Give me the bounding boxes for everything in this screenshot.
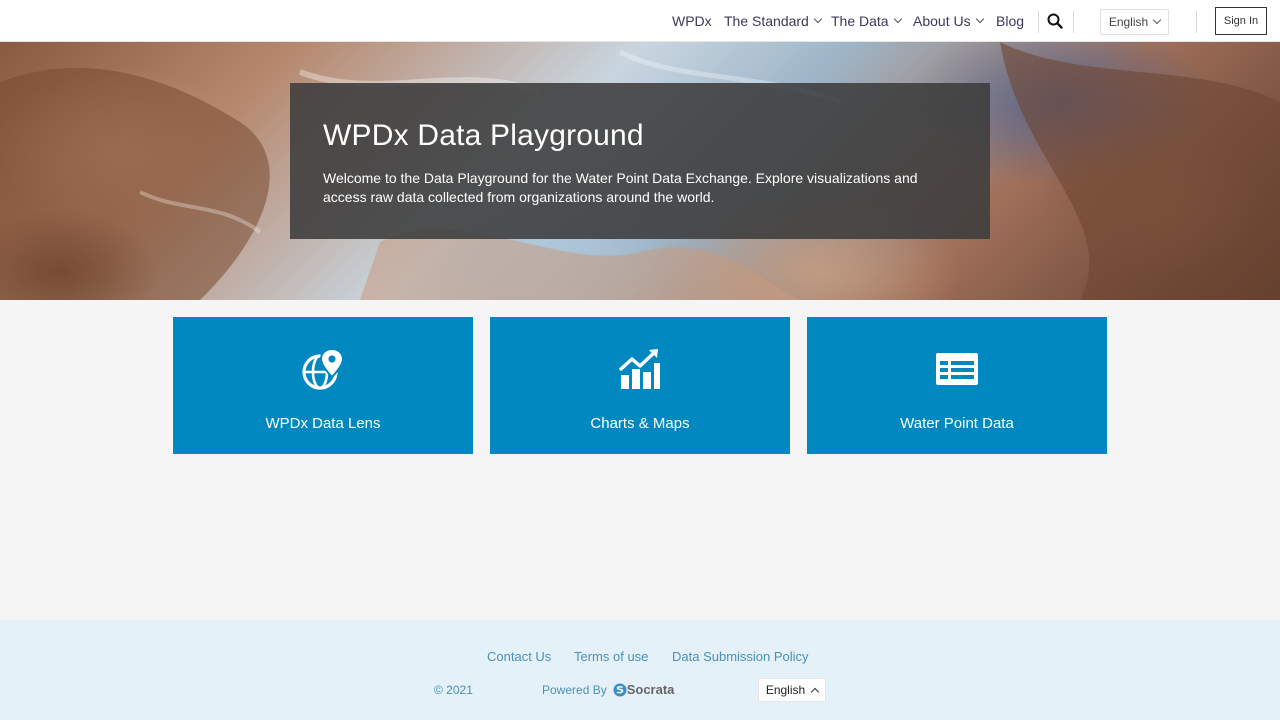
nav-item-label: WPDx	[672, 13, 712, 29]
footer-link-contact-us[interactable]: Contact Us	[487, 649, 551, 664]
nav-item-label: Blog	[996, 13, 1025, 29]
hero-description: Welcome to the Data Playground for the W…	[323, 170, 918, 205]
sign-in-button[interactable]: Sign In	[1215, 7, 1267, 35]
powered-by-label: Powered By	[542, 682, 607, 697]
tile-charts-and-maps[interactable]: Charts & Maps	[490, 317, 790, 454]
page-title: WPDx Data Playground	[323, 119, 644, 152]
copyright-text: © 2021	[434, 683, 473, 697]
search-icon	[1047, 13, 1063, 29]
nav-item-the-standard[interactable]: The Standard	[724, 0, 823, 42]
nav-item-the-data[interactable]: The Data	[831, 0, 902, 42]
search-button[interactable]	[1046, 12, 1064, 30]
nav-item-wpdx[interactable]: WPDx	[672, 0, 712, 42]
language-select[interactable]: English	[1100, 9, 1169, 35]
socrata-logo-icon	[613, 683, 627, 696]
nav-item-label: The Data	[831, 13, 889, 29]
nav-item-label: About Us	[913, 13, 971, 29]
language-label: English	[1108, 15, 1149, 29]
site-footer: Contact Us Terms of use Data Submission …	[0, 620, 1280, 720]
nav-item-about-us[interactable]: About Us	[913, 0, 984, 42]
nav-divider	[1196, 11, 1197, 33]
hero-text-panel: WPDx Data Playground Welcome to the Data…	[290, 83, 990, 239]
powered-by[interactable]: Powered By Socrata	[542, 682, 674, 697]
tile-label: Charts & Maps	[590, 415, 690, 432]
nav-divider	[1038, 11, 1039, 33]
tile-water-point-data[interactable]: Water Point Data	[807, 317, 1107, 454]
chevron-down-icon	[893, 14, 902, 24]
footer-language-select[interactable]: English	[758, 678, 826, 702]
nav-item-blog[interactable]: Blog	[996, 0, 1024, 42]
chevron-down-icon	[813, 14, 823, 24]
footer-link-data-submission-policy[interactable]: Data Submission Policy	[672, 649, 809, 664]
globe-pin-icon	[302, 347, 345, 390]
footer-link-terms-of-use[interactable]: Terms of use	[574, 649, 648, 664]
chart-trend-icon	[619, 349, 660, 389]
tile-wpdx-data-lens[interactable]: WPDx Data Lens	[173, 317, 473, 454]
site-header: WPDx The Standard The Data About Us Blog…	[0, 0, 1280, 42]
chevron-up-icon	[810, 687, 820, 697]
socrata-brand: Socrata	[626, 682, 675, 697]
nav-item-label: The Standard	[724, 13, 809, 29]
chevron-down-icon	[975, 14, 984, 24]
language-label: English	[765, 683, 806, 697]
nav-divider	[1073, 11, 1074, 33]
tile-label: Water Point Data	[900, 415, 1014, 432]
socrata-logo: Socrata	[613, 682, 675, 697]
tile-label: WPDx Data Lens	[265, 415, 381, 432]
hero-banner: WPDx Data Playground Welcome to the Data…	[0, 42, 1280, 300]
table-icon	[936, 353, 978, 385]
chevron-down-icon	[1152, 15, 1162, 25]
